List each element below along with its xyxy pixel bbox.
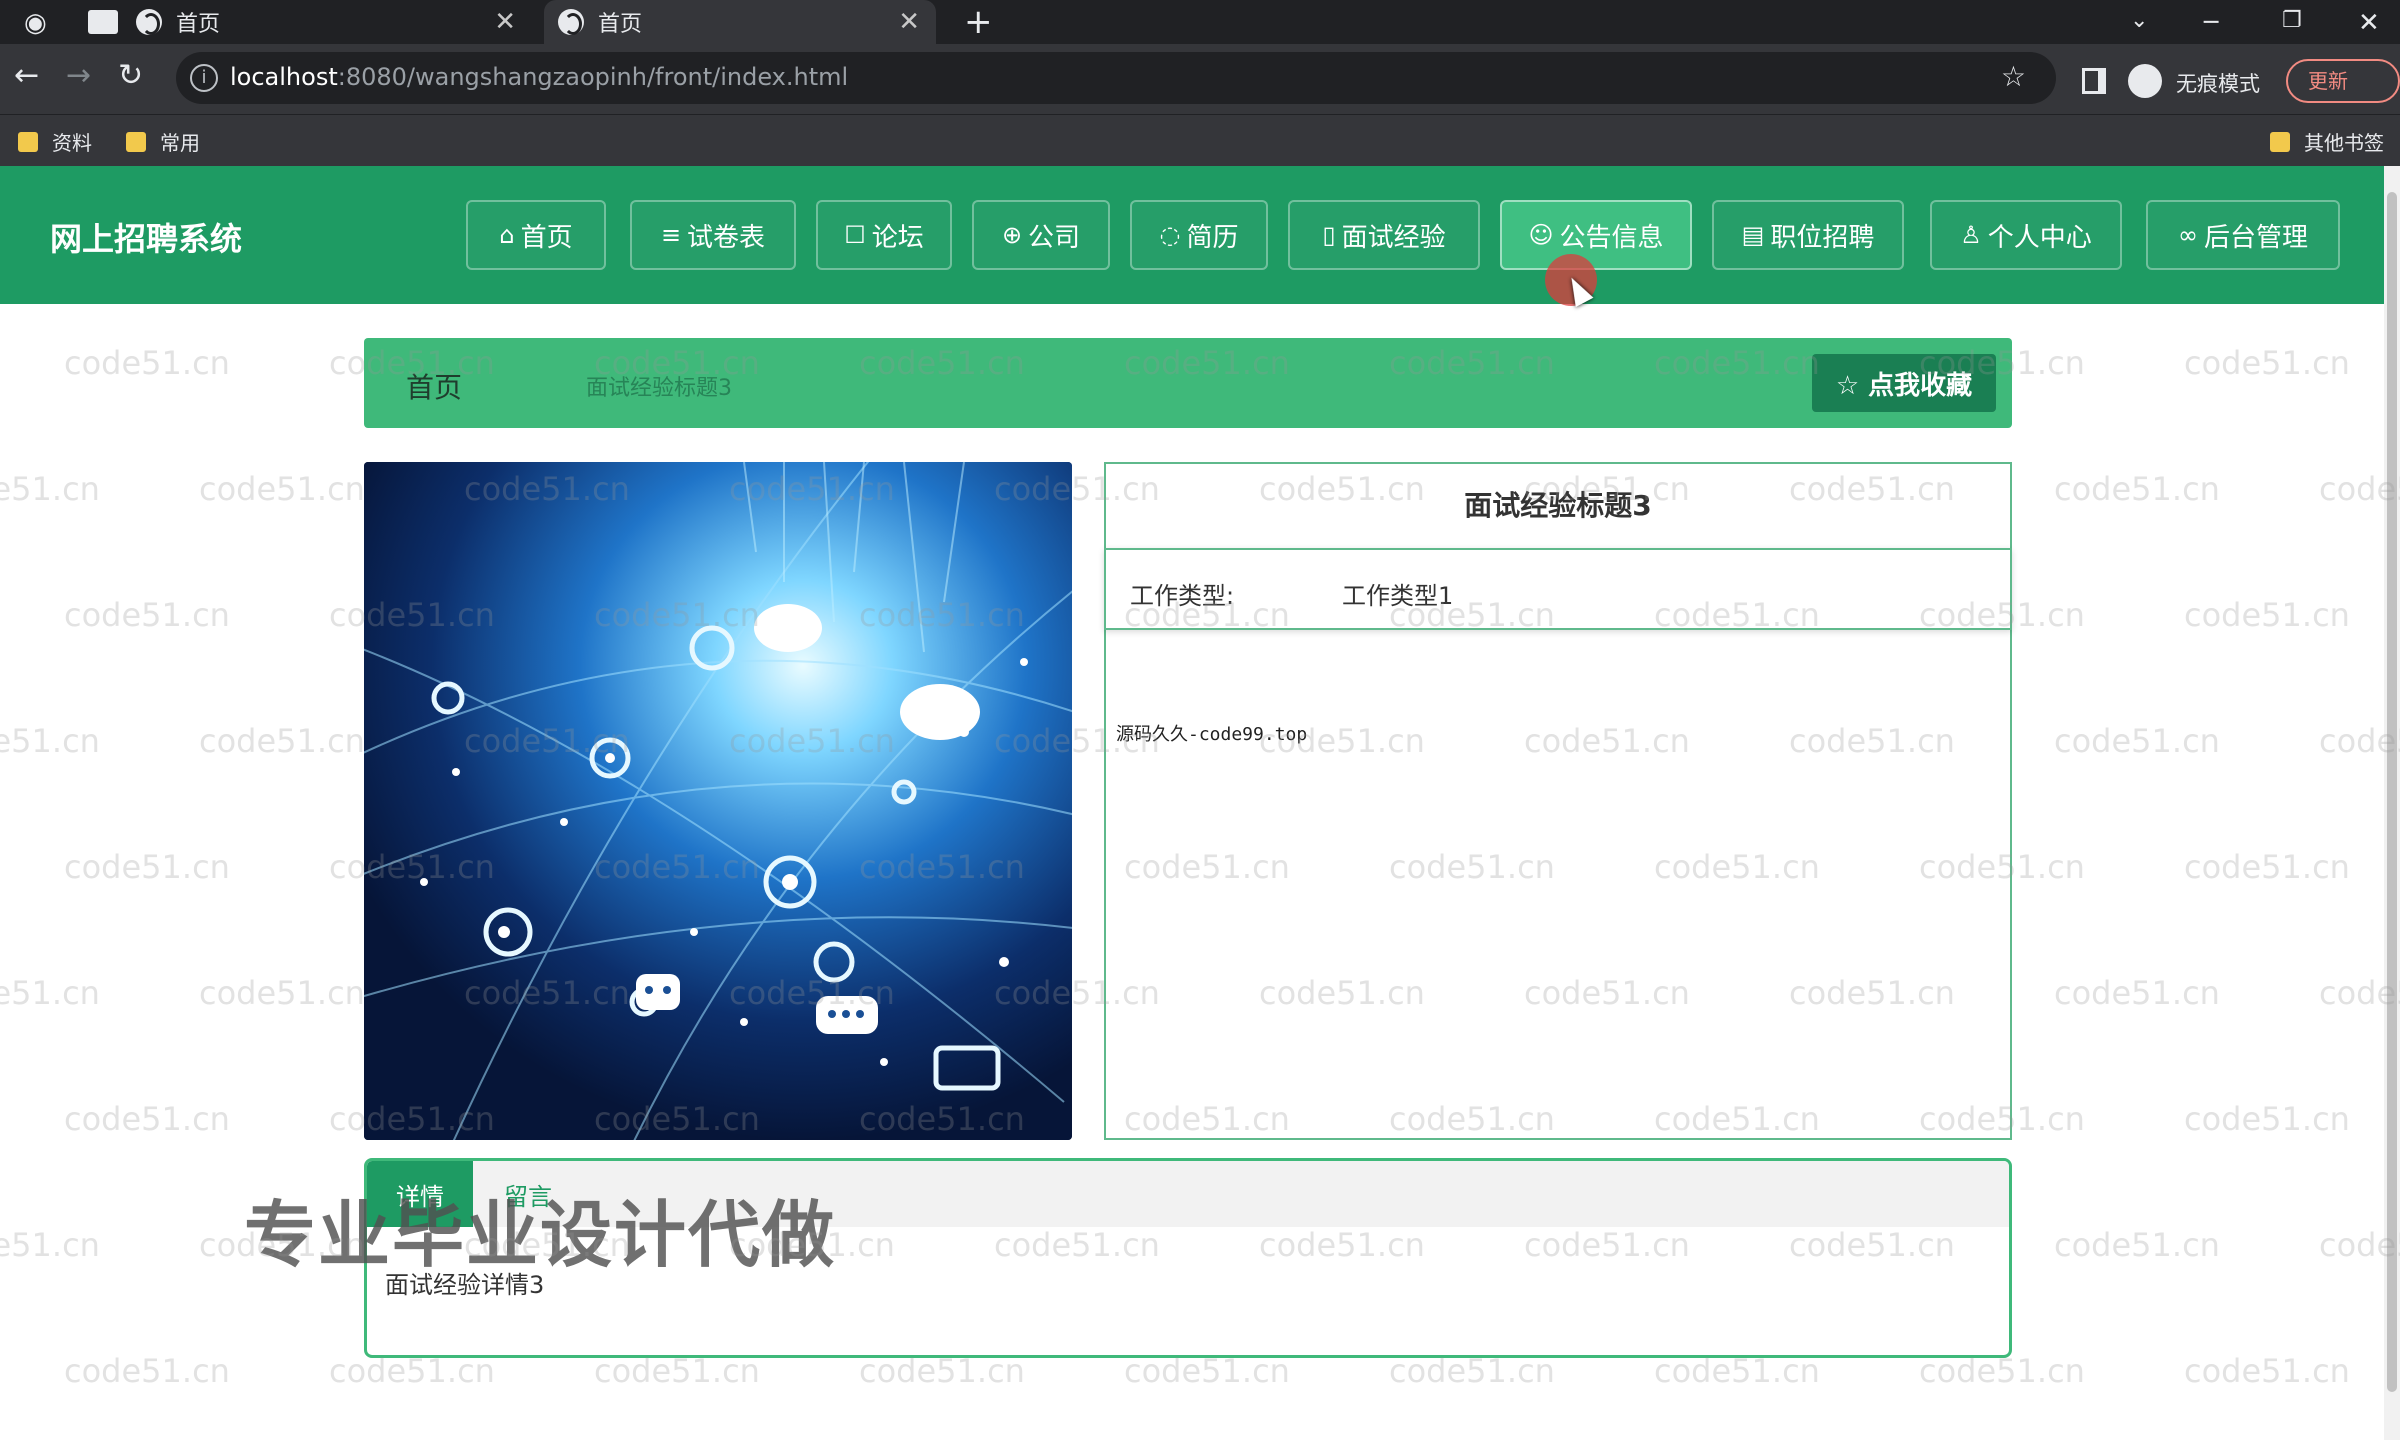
folder-icon	[126, 131, 146, 152]
forum-icon: ☐	[844, 221, 866, 249]
watermark-text: code51.cn	[2184, 1100, 2350, 1138]
info-icon[interactable]: i	[190, 64, 218, 92]
detail-title: 面试经验标题3	[1464, 489, 1652, 522]
watermark-text: code51.cn	[0, 470, 100, 508]
job-type-value: 工作类型1	[1342, 582, 1454, 610]
side-panel-icon[interactable]	[2082, 68, 2106, 94]
breadcrumb: 首页 面试经验标题3 ☆ 点我收藏	[364, 338, 2012, 428]
reload-icon[interactable]: ↻	[118, 58, 143, 93]
address-url[interactable]: localhost:8080/wangshangzaopinh/front/in…	[230, 63, 848, 91]
close-icon[interactable]: ✕	[898, 7, 920, 37]
link-icon: ∞	[2177, 221, 2198, 249]
tab-search-icon[interactable]	[88, 10, 118, 34]
folder-icon	[18, 131, 38, 152]
new-tab-button[interactable]: +	[964, 2, 993, 42]
promo-watermark-text: 专业毕业设计代做	[244, 1193, 837, 1277]
watermark-text: code51.cn	[2054, 470, 2220, 508]
watermark-text: code51.cn	[2184, 344, 2350, 382]
chevron-down-icon[interactable]: ⌄	[2130, 8, 2148, 33]
watermark-text: code51.cn	[2184, 1352, 2350, 1390]
browser-tab-2[interactable]: 首页 ✕	[544, 0, 936, 44]
nav-announcements[interactable]: ☺ 公告信息	[1500, 200, 1692, 270]
restore-icon[interactable]: ❐	[2282, 8, 2302, 33]
watermark-text: code51.cn	[0, 722, 100, 760]
nav-home[interactable]: ⌂ 首页	[466, 200, 606, 270]
site-header: 网上招聘系统 ⌂ 首页 ≡ 试卷表 ☐ 论坛 ⊕ 公司 ◌ 简历 ▯ 面试经验 ☺ 公告信息 …	[0, 166, 2384, 304]
info-row-job-type: 工作类型: 工作类型1	[1104, 548, 2012, 630]
minimize-icon[interactable]: ─	[2204, 8, 2218, 36]
bookmark-folder-ziliao[interactable]: 资料	[18, 127, 92, 156]
nav-admin[interactable]: ∞ 后台管理	[2146, 200, 2340, 270]
nav-company[interactable]: ⊕ 公司	[972, 200, 1110, 270]
bookmark-star-icon[interactable]: ☆	[2001, 60, 2026, 93]
back-arrow-icon[interactable]: ←	[14, 58, 39, 93]
nav-interview-experience[interactable]: ▯ 面试经验	[1288, 200, 1480, 270]
nav-exam-papers[interactable]: ≡ 试卷表	[630, 200, 796, 270]
nav-job-postings[interactable]: ▤ 职位招聘	[1712, 200, 1904, 270]
breadcrumb-current: 面试经验标题3	[586, 376, 732, 401]
browser-menu-icon[interactable]: ◉	[24, 8, 47, 38]
watermark-text: code51.cn	[199, 470, 365, 508]
incognito-label[interactable]: 无痕模式	[2176, 68, 2260, 98]
detail-info-panel: 面试经验标题3 工作类型: 工作类型1 源码久久-code99.top	[1104, 462, 2012, 1140]
globe-icon	[136, 9, 162, 35]
user-icon: ♙	[1960, 221, 1982, 249]
window-close-icon[interactable]: ✕	[2358, 8, 2380, 38]
browser-toolbar: ← → ↻ i localhost:8080/wangshangzaopinh/…	[0, 44, 2400, 114]
page-scrollbar[interactable]	[2384, 166, 2400, 1440]
tab-title: 首页	[176, 12, 221, 37]
update-button[interactable]: 更新	[2286, 59, 2400, 103]
nav-resume[interactable]: ◌ 简历	[1130, 200, 1268, 270]
browser-tab-strip: ◉ 首页 ✕ 首页 ✕ + ⌄ ─ ❐ ✕	[0, 0, 2400, 44]
browser-tab-1[interactable]: 首页 ✕	[136, 0, 532, 44]
watermark-text: code51.cn	[64, 1100, 230, 1138]
list-icon: ≡	[660, 221, 682, 249]
other-bookmarks[interactable]: 其他书签	[2270, 127, 2384, 156]
scrollbar-thumb[interactable]	[2387, 192, 2397, 1392]
folder-icon	[2270, 131, 2290, 152]
watermark-text: code51.cn	[0, 1226, 100, 1264]
forward-arrow-icon[interactable]: →	[66, 58, 91, 93]
watermark-text: code51.cn	[64, 344, 230, 382]
watermark-text: code51.cn	[2054, 1226, 2220, 1264]
smile-icon: ☺	[1528, 221, 1554, 249]
incognito-icon[interactable]	[2128, 64, 2162, 98]
cover-image	[364, 462, 1072, 1140]
watermark-text: code51.cn	[2184, 596, 2350, 634]
watermark-text: code51.cn	[0, 974, 100, 1012]
job-type-label: 工作类型:	[1130, 582, 1235, 610]
book-icon: ▯	[1322, 221, 1336, 249]
watermark-text: code51.cn	[64, 1352, 230, 1390]
watermark-text: code51.cn	[199, 974, 365, 1012]
nav-forum[interactable]: ☐ 论坛	[816, 200, 952, 270]
globe-icon	[558, 9, 584, 35]
globe-icon: ⊕	[1001, 221, 1023, 249]
network-globe-illustration	[364, 462, 1072, 1140]
watermark-text: code51.cn	[2054, 974, 2220, 1012]
breadcrumb-home[interactable]: 首页	[406, 366, 462, 406]
palette-icon: ◌	[1159, 221, 1181, 249]
watermark-text: code51.cn	[2184, 848, 2350, 886]
watermark-text: code51.cn	[64, 596, 230, 634]
address-bar[interactable]: i localhost:8080/wangshangzaopinh/front/…	[176, 52, 2056, 104]
nav-personal-center[interactable]: ♙ 个人中心	[1930, 200, 2122, 270]
document-icon: ▤	[1741, 221, 1765, 249]
source-note: 源码久久-code99.top	[1116, 724, 1308, 745]
watermark-text: code51.cn	[64, 848, 230, 886]
tab-title: 首页	[598, 12, 643, 37]
home-icon: ⌂	[499, 221, 515, 249]
bookmarks-bar: 资料 常用 其他书签	[0, 114, 2400, 166]
site-title: 网上招聘系统	[50, 220, 243, 258]
watermark-text: code51.cn	[2054, 722, 2220, 760]
favorite-button[interactable]: ☆ 点我收藏	[1812, 354, 1996, 412]
bookmark-folder-changyong[interactable]: 常用	[126, 127, 200, 156]
close-icon[interactable]: ✕	[494, 7, 516, 37]
watermark-text: code51.cn	[199, 722, 365, 760]
